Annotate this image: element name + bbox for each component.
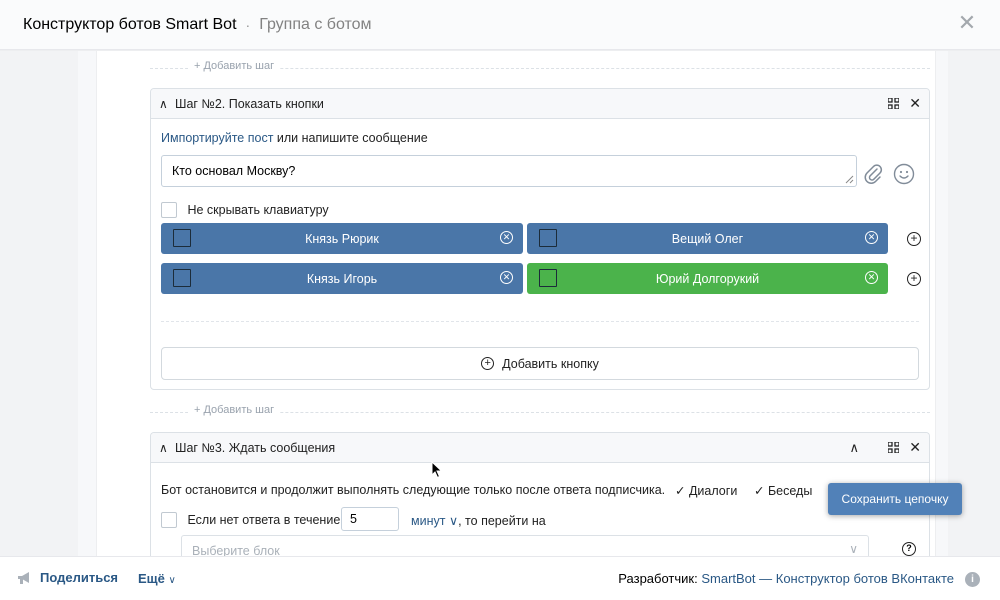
dialogs-option[interactable]: ✓ Диалоги <box>675 483 737 498</box>
no-hide-keyboard-row[interactable]: Не скрывать клавиатуру <box>161 201 329 219</box>
save-chain-button[interactable]: Сохранить цепочку <box>828 483 962 515</box>
remove-button-icon[interactable]: ✕ <box>500 231 513 244</box>
remove-button-icon[interactable]: ✕ <box>865 271 878 284</box>
chevron-down-icon: ∨ <box>168 575 176 586</box>
timeout-value: 5 <box>350 512 357 526</box>
keyboard-button-label: Князь Рюрик <box>305 231 379 246</box>
step-header[interactable]: ∧ Шаг №2. Показать кнопки ✕ <box>151 89 929 119</box>
step-card-show-buttons: ∧ Шаг №2. Показать кнопки ✕ Импортируйте… <box>150 88 930 390</box>
timeout-unit-dropdown[interactable]: минут ∨, то перейти на <box>411 513 546 528</box>
grid-icon[interactable] <box>888 98 899 109</box>
no-answer-checkbox-row[interactable]: Если нет ответа в течение <box>161 511 340 529</box>
group-title: Группа с ботом <box>259 15 372 33</box>
button-color-swatch[interactable] <box>539 229 557 247</box>
share-label: Поделиться <box>40 570 119 585</box>
developer-credit: Разработчик: SmartBot — Конструктор бото… <box>618 571 954 586</box>
keyboard-button-label: Князь Игорь <box>306 271 378 286</box>
move-up-chevron-icon[interactable]: ∧ <box>849 440 859 456</box>
grid-icon[interactable] <box>888 442 899 453</box>
mouse-cursor-icon <box>431 461 443 479</box>
info-icon[interactable]: i <box>965 572 980 587</box>
timeout-input[interactable]: 5 <box>341 507 399 531</box>
add-step-link[interactable]: + Добавить шаг <box>188 404 281 416</box>
close-icon[interactable]: ✕ <box>956 12 978 35</box>
help-icon[interactable]: ? <box>902 542 916 556</box>
goto-label: , то перейти на <box>458 514 546 528</box>
left-backdrop <box>0 51 78 556</box>
step-title: Шаг №2. Показать кнопки <box>175 96 324 111</box>
block-select[interactable]: Выберите блок ∨ <box>181 535 869 556</box>
step-card-wait-message: ∧ Шаг №3. Ждать сообщения ∧ ✕ Бот остано… <box>150 432 930 556</box>
add-button-button[interactable]: + Добавить кнопку <box>161 347 919 380</box>
no-hide-keyboard-checkbox[interactable] <box>161 201 177 218</box>
title-separator: · <box>245 16 251 33</box>
chats-option-label: Беседы <box>767 484 813 498</box>
developer-link[interactable]: SmartBot — Конструктор ботов ВКонтакте <box>701 571 954 586</box>
emoji-icon[interactable] <box>893 163 915 185</box>
plus-circle-icon: + <box>481 357 495 370</box>
import-post-link[interactable]: Импортируйте пост <box>161 131 273 145</box>
block-select-placeholder: Выберите блок <box>192 544 280 556</box>
chevron-down-icon: ∨ <box>448 514 459 528</box>
chevron-down-icon: ∨ <box>849 542 858 556</box>
attach-icon[interactable] <box>863 163 883 185</box>
developer-prefix: Разработчик: <box>618 571 702 586</box>
resize-handle-icon[interactable] <box>845 175 854 184</box>
button-color-swatch[interactable] <box>173 269 191 287</box>
keyboard-button-label: Вещий Олег <box>671 231 744 246</box>
import-rest-text: или напишите сообщение <box>273 131 428 145</box>
app-title: Конструктор ботов Smart Bot <box>23 15 237 33</box>
collapse-chevron-icon[interactable]: ∧ <box>159 97 175 111</box>
message-text: Кто основал Москву? <box>172 164 296 178</box>
delete-step-icon[interactable]: ✕ <box>909 96 921 110</box>
chats-option[interactable]: ✓ Беседы <box>754 483 812 498</box>
app-footer: Поделиться Ещё ∨ Разработчик: SmartBot —… <box>0 556 1000 600</box>
keyboard-button[interactable]: Князь Рюрик ✕ <box>161 223 523 254</box>
step-title: Шаг №3. Ждать сообщения <box>175 440 336 455</box>
check-icon: ✓ <box>675 484 686 498</box>
keyboard-button-label: Юрий Долгорукий <box>655 271 760 286</box>
more-label: Ещё <box>138 571 165 586</box>
megaphone-icon <box>18 571 29 584</box>
check-icon: ✓ <box>754 484 765 498</box>
more-menu-button[interactable]: Ещё ∨ <box>138 571 176 586</box>
add-step-link[interactable]: + Добавить шаг <box>188 60 281 72</box>
keyboard-button[interactable]: Князь Игорь ✕ <box>161 263 523 294</box>
no-answer-label: Если нет ответа в течение <box>187 512 341 527</box>
no-answer-checkbox[interactable] <box>161 511 177 528</box>
button-color-swatch[interactable] <box>539 269 557 287</box>
delete-step-icon[interactable]: ✕ <box>909 440 921 454</box>
step-header[interactable]: ∧ Шаг №3. Ждать сообщения ∧ ✕ <box>151 433 929 463</box>
timeout-unit[interactable]: минут <box>411 514 445 528</box>
add-row-button-icon[interactable]: + <box>907 232 921 246</box>
keyboard-button[interactable]: Юрий Долгорукий ✕ <box>527 263 888 294</box>
no-hide-keyboard-label: Не скрывать клавиатуру <box>187 202 329 217</box>
remove-button-icon[interactable]: ✕ <box>500 271 513 284</box>
add-button-label: Добавить кнопку <box>502 356 599 371</box>
dialogs-option-label: Диалоги <box>688 484 738 498</box>
app-header: Конструктор ботов Smart Bot · Группа с б… <box>0 0 1000 50</box>
divider <box>161 321 919 322</box>
right-backdrop <box>948 51 1000 556</box>
import-line: Импортируйте пост или напишите сообщение <box>161 131 428 145</box>
button-color-swatch[interactable] <box>173 229 191 247</box>
remove-button-icon[interactable]: ✕ <box>865 231 878 244</box>
add-step-divider[interactable]: + Добавить шаг <box>150 404 930 420</box>
collapse-chevron-icon[interactable]: ∧ <box>159 441 175 455</box>
share-button[interactable]: Поделиться <box>17 570 118 585</box>
wait-description: Бот остановится и продолжит выполнять сл… <box>161 483 666 497</box>
add-row-button-icon[interactable]: + <box>907 272 921 286</box>
add-step-divider[interactable]: + Добавить шаг <box>150 60 930 76</box>
keyboard-button[interactable]: Вещий Олег ✕ <box>527 223 888 254</box>
message-textarea[interactable]: Кто основал Москву? <box>161 155 857 187</box>
